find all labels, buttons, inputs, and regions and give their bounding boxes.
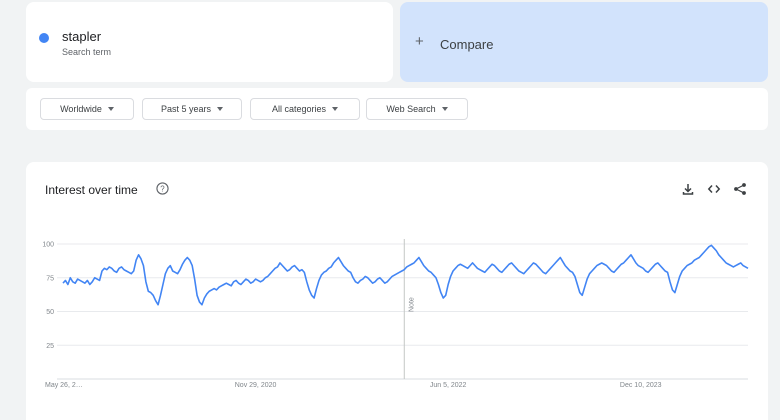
category-filter-label: All categories xyxy=(271,104,327,114)
search-type-filter[interactable]: Web Search xyxy=(366,98,468,120)
caret-down-icon xyxy=(107,107,114,111)
search-term-card[interactable]: stapler Search term xyxy=(26,2,393,82)
time-range-filter[interactable]: Past 5 years xyxy=(142,98,242,120)
y-tick-label: 75 xyxy=(46,275,54,282)
search-term-name[interactable]: stapler xyxy=(62,29,101,44)
compare-button[interactable]: + Compare xyxy=(400,2,768,82)
x-tick-label: Nov 29, 2020 xyxy=(235,382,277,389)
term-color-dot xyxy=(39,33,49,43)
caret-down-icon xyxy=(441,107,448,111)
category-filter[interactable]: All categories xyxy=(250,98,360,120)
search-type-filter-label: Web Search xyxy=(386,104,436,114)
interest-over-time-card: Interest over time ? 25 50 75 100 Note May 26… xyxy=(26,162,768,420)
caret-down-icon xyxy=(332,107,339,111)
interest-line-chart: 25 50 75 100 Note May 26, 2… Nov 29, 2020 Jun 5… xyxy=(42,239,749,389)
y-tick-label: 25 xyxy=(46,343,54,350)
series-line-stapler xyxy=(62,244,749,306)
region-filter-label: Worldwide xyxy=(60,104,102,114)
x-tick-label: May 26, 2… xyxy=(45,382,83,389)
y-tick-label: 50 xyxy=(46,309,54,316)
time-range-filter-label: Past 5 years xyxy=(160,104,212,114)
caret-down-icon xyxy=(217,107,224,111)
x-tick-label: Dec 10, 2023 xyxy=(620,382,662,389)
filter-bar: Worldwide Past 5 years All categories We… xyxy=(26,88,768,130)
region-filter[interactable]: Worldwide xyxy=(40,98,134,120)
plus-icon: + xyxy=(415,33,424,50)
search-term-sublabel: Search term xyxy=(62,47,112,57)
x-tick-label: Jun 5, 2022 xyxy=(430,382,467,389)
search-header: stapler Search term + Compare Worldwide … xyxy=(0,0,780,145)
compare-label: Compare xyxy=(440,37,494,52)
note-label: Note xyxy=(408,297,415,312)
y-tick-label: 100 xyxy=(42,242,54,249)
